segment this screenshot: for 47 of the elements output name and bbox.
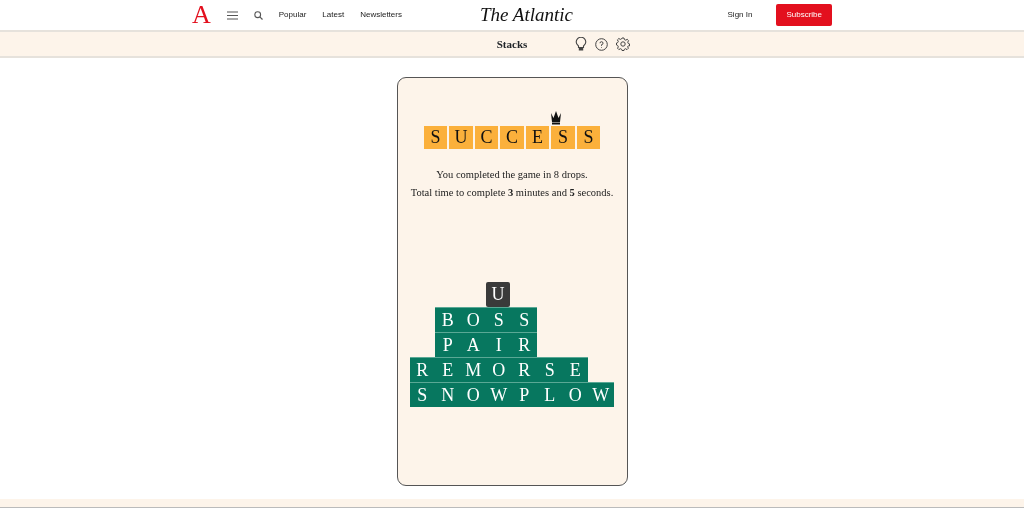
result-message: You completed the game in 8 drops. <box>435 168 589 182</box>
letter-tile: S <box>511 307 537 332</box>
letter-tile: I <box>486 332 512 357</box>
subscribe-button[interactable]: Subscribe <box>776 4 832 26</box>
search-icon[interactable] <box>253 10 263 20</box>
result-message: Total time to complete 3 minutes and 5 seconds. <box>410 186 614 200</box>
letter-tile: P <box>511 382 537 407</box>
letter-tile: S <box>409 382 435 407</box>
help-icon[interactable] <box>595 37 608 51</box>
letter-tile: U <box>448 125 474 150</box>
letter-tile: S <box>486 307 512 332</box>
letter-tile: B <box>435 307 461 332</box>
game-title: Stacks <box>496 36 528 52</box>
letter-tile: M <box>460 357 486 382</box>
letter-tile: E <box>562 357 588 382</box>
letter-tile: P <box>435 332 461 357</box>
site-logo[interactable]: The Atlantic <box>479 0 573 30</box>
letter-tile: S <box>550 125 576 150</box>
sign-in-link[interactable]: Sign In <box>727 9 753 21</box>
letter-tile: O <box>460 382 486 407</box>
menu-icon[interactable] <box>226 10 238 20</box>
letter-tile: R <box>511 357 537 382</box>
crown-icon <box>549 109 562 125</box>
letter-tile: W <box>588 382 614 407</box>
letter-tile: C <box>499 125 525 150</box>
nav-link[interactable]: Newsletters <box>360 9 402 21</box>
letter-tile: S <box>575 125 602 150</box>
letter-tile: S <box>537 357 563 382</box>
letter-tile: O <box>562 382 588 407</box>
settings-icon[interactable] <box>616 37 630 51</box>
nav-link[interactable]: Latest <box>322 9 345 21</box>
logo-icon[interactable]: A <box>192 2 211 28</box>
letter-tile: N <box>435 382 461 407</box>
letter-tile: E <box>435 357 461 382</box>
letter-tile: O <box>460 307 486 332</box>
nav-link[interactable]: Popular <box>278 9 307 21</box>
letter-tile: O <box>486 357 512 382</box>
letter-tile: S <box>422 125 449 150</box>
letter-tile: R <box>511 332 537 357</box>
letter-tile: A <box>460 332 486 357</box>
lightbulb-icon[interactable] <box>575 37 587 51</box>
letter-tile: E <box>524 125 551 150</box>
letter-tile: L <box>537 382 563 407</box>
letter-tile: W <box>486 382 512 407</box>
letter-tile: R <box>409 357 435 382</box>
falling-tile: U <box>486 282 510 307</box>
letter-tile: C <box>473 125 500 150</box>
